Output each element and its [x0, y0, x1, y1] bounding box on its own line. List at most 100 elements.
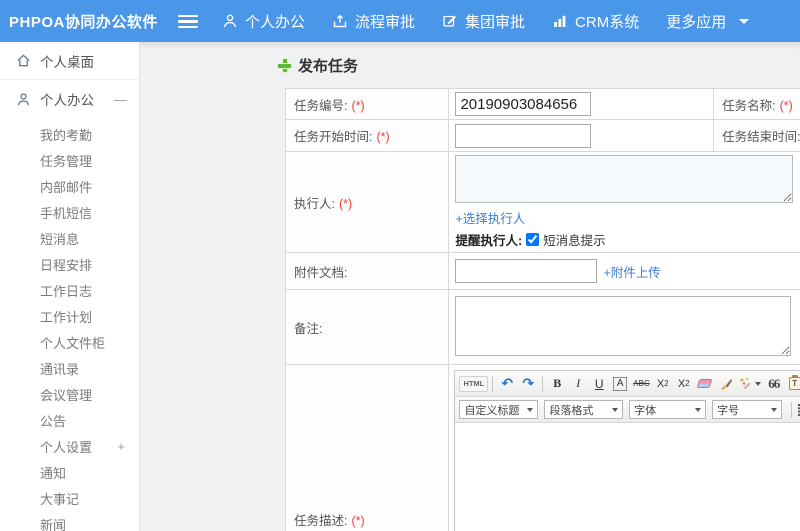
sidebar-item-label: 新闻: [40, 517, 67, 531]
app-logo: PHPOA协同办公软件: [9, 13, 158, 31]
sidebar-item-short-message[interactable]: 短消息: [0, 225, 139, 251]
font-box-letter: A: [613, 376, 628, 391]
start-time-input-cell: [448, 119, 715, 152]
remark-textarea[interactable]: [455, 295, 792, 356]
task-number-input[interactable]: [455, 92, 592, 116]
description-editor-cell: HTML ↶ ↷ B I U A ABC X2 X2 66 T 自定义标题 段落…: [448, 364, 800, 531]
hamburger-menu-icon[interactable]: [178, 14, 198, 28]
start-time-input[interactable]: [455, 123, 592, 148]
executor-textarea[interactable]: [455, 155, 794, 203]
strikethrough-button[interactable]: ABC: [631, 374, 651, 394]
chevron-down-icon: [695, 407, 702, 412]
nav-label: 流程审批: [355, 13, 416, 31]
page-title-text: 发布任务: [298, 58, 359, 75]
sidebar-item-label: 个人设置: [40, 439, 93, 455]
user-icon: [222, 13, 238, 29]
sidebar-item-label: 个人办公: [40, 93, 94, 108]
publish-task-form: 任务编号:(*) 任务名称:(*) 任务开始时间:(*) 任务结束时间:(*): [284, 88, 800, 531]
superscript-button[interactable]: X2: [653, 374, 673, 394]
task-name-label-cell: 任务名称: (*): [713, 88, 800, 120]
sidebar-item-memorabilia[interactable]: 大事记: [0, 485, 139, 511]
required-mark: (*): [338, 196, 353, 211]
magic-wand-button[interactable]: [737, 374, 763, 394]
sidebar-item-internal-mail[interactable]: 内部邮件: [0, 173, 139, 199]
export-arrow-icon: [332, 13, 348, 29]
sidebar-item-attendance[interactable]: 我的考勤: [0, 121, 139, 147]
sidebar-item-task-management[interactable]: 任务管理: [0, 147, 139, 173]
remark-input-cell: [448, 289, 800, 365]
nav-label: 集团审批: [465, 13, 526, 31]
collapse-minus-icon[interactable]: —: [114, 92, 127, 107]
remind-option-label: 短消息提示: [543, 234, 606, 248]
sidebar-item-label: 手机短信: [40, 205, 93, 221]
end-time-label-cell: 任务结束时间:(*): [713, 119, 800, 152]
attachment-input[interactable]: [455, 259, 598, 283]
home-icon: [16, 53, 31, 68]
editor-toolbar-row1: HTML ↶ ↷ B I U A ABC X2 X2 66 T: [455, 371, 800, 397]
sidebar-item-notification[interactable]: 通知: [0, 459, 139, 485]
subscript-button[interactable]: X2: [674, 374, 694, 394]
bold-button[interactable]: B: [547, 374, 567, 394]
sidebar: 个人桌面 个人办公 — 我的考勤 任务管理 内部邮件 手机短信 短消息 日程安排…: [0, 42, 140, 531]
nav-process-approval[interactable]: 流程审批: [332, 11, 415, 32]
paragraph-format-dropdown[interactable]: 段落格式: [544, 400, 624, 419]
nav-crm-system[interactable]: CRM系统: [552, 11, 639, 32]
expand-plus-icon[interactable]: +: [117, 439, 125, 454]
attachment-upload-link[interactable]: +附件上传: [603, 262, 660, 281]
table-row: 备注:: [284, 289, 800, 365]
format-brush-button[interactable]: [716, 374, 736, 394]
table-row: 附件文档: +附件上传: [284, 252, 800, 290]
remark-label-cell: 备注:: [284, 289, 450, 365]
top-navigation: 个人办公 流程审批 集团审批 CRM系统 更多应用: [222, 11, 750, 32]
sidebar-item-schedule[interactable]: 日程安排: [0, 251, 139, 277]
eraser-button[interactable]: [695, 374, 715, 394]
task-number-input-cell: [448, 88, 715, 120]
topbar: PHPOA协同办公软件 个人办公 流程审批 集团审批 CRM系统 更多应用: [0, 0, 800, 42]
chevron-down-icon: [527, 407, 534, 412]
field-label: 任务编号:: [294, 98, 348, 113]
font-style-button[interactable]: A: [610, 374, 630, 394]
align-left-button[interactable]: [796, 400, 800, 420]
sidebar-item-news[interactable]: 新闻: [0, 511, 139, 531]
custom-title-dropdown[interactable]: 自定义标题: [459, 400, 539, 419]
required-mark: (*): [779, 98, 793, 113]
eraser-icon: [696, 379, 713, 388]
italic-button[interactable]: I: [568, 374, 588, 394]
sidebar-item-meeting-management[interactable]: 会议管理: [0, 381, 139, 407]
font-size-dropdown[interactable]: 字号: [712, 400, 782, 419]
sidebar-item-mobile-sms[interactable]: 手机短信: [0, 199, 139, 225]
description-label-cell: 任务描述: (*): [284, 364, 450, 531]
font-family-dropdown[interactable]: 字体: [629, 400, 707, 419]
rich-text-editor: HTML ↶ ↷ B I U A ABC X2 X2 66 T 自定义标题 段落…: [454, 370, 800, 531]
sidebar-item-personal-office[interactable]: 个人办公 —: [0, 80, 139, 118]
sidebar-item-file-cabinet[interactable]: 个人文件柜: [0, 329, 139, 355]
nav-personal-office[interactable]: 个人办公: [222, 11, 305, 32]
sidebar-item-work-log[interactable]: 工作日志: [0, 277, 139, 303]
sidebar-item-work-plan[interactable]: 工作计划: [0, 303, 139, 329]
redo-icon[interactable]: ↷: [518, 374, 538, 394]
editor-content-area[interactable]: [455, 423, 800, 531]
sidebar-item-personal-settings[interactable]: 个人设置 +: [0, 433, 139, 459]
html-source-button[interactable]: HTML: [459, 375, 489, 392]
sms-remind-checkbox[interactable]: [526, 233, 540, 246]
nav-label: 更多应用: [666, 13, 727, 31]
nav-group-approval[interactable]: 集团审批: [442, 11, 525, 32]
select-executor-link[interactable]: +选择执行人: [455, 212, 525, 226]
remind-label: 提醒执行人:: [455, 234, 523, 248]
executor-input-cell: +选择执行人 提醒执行人: 短消息提示: [448, 151, 800, 253]
nav-more-apps[interactable]: 更多应用: [666, 11, 750, 32]
sidebar-item-desktop[interactable]: 个人桌面: [0, 42, 139, 80]
paintbrush-icon: [720, 378, 732, 390]
paste-text-button[interactable]: T: [785, 374, 800, 394]
undo-icon[interactable]: ↶: [497, 374, 517, 394]
underline-button[interactable]: U: [589, 374, 609, 394]
blockquote-button[interactable]: 66: [764, 374, 784, 394]
sidebar-item-announcement[interactable]: 公告: [0, 407, 139, 433]
field-label: 备注:: [294, 321, 323, 336]
page-title: 发布任务: [278, 55, 358, 76]
editor-toolbar-row2: 自定义标题 段落格式 字体 字号: [455, 397, 800, 423]
nav-label: 个人办公: [245, 13, 306, 31]
sidebar-item-contacts[interactable]: 通讯录: [0, 355, 139, 381]
app-window: PHPOA协同办公软件 个人办公 流程审批 集团审批 CRM系统 更多应用 个人…: [0, 0, 800, 531]
bar-chart-icon: [552, 13, 568, 29]
